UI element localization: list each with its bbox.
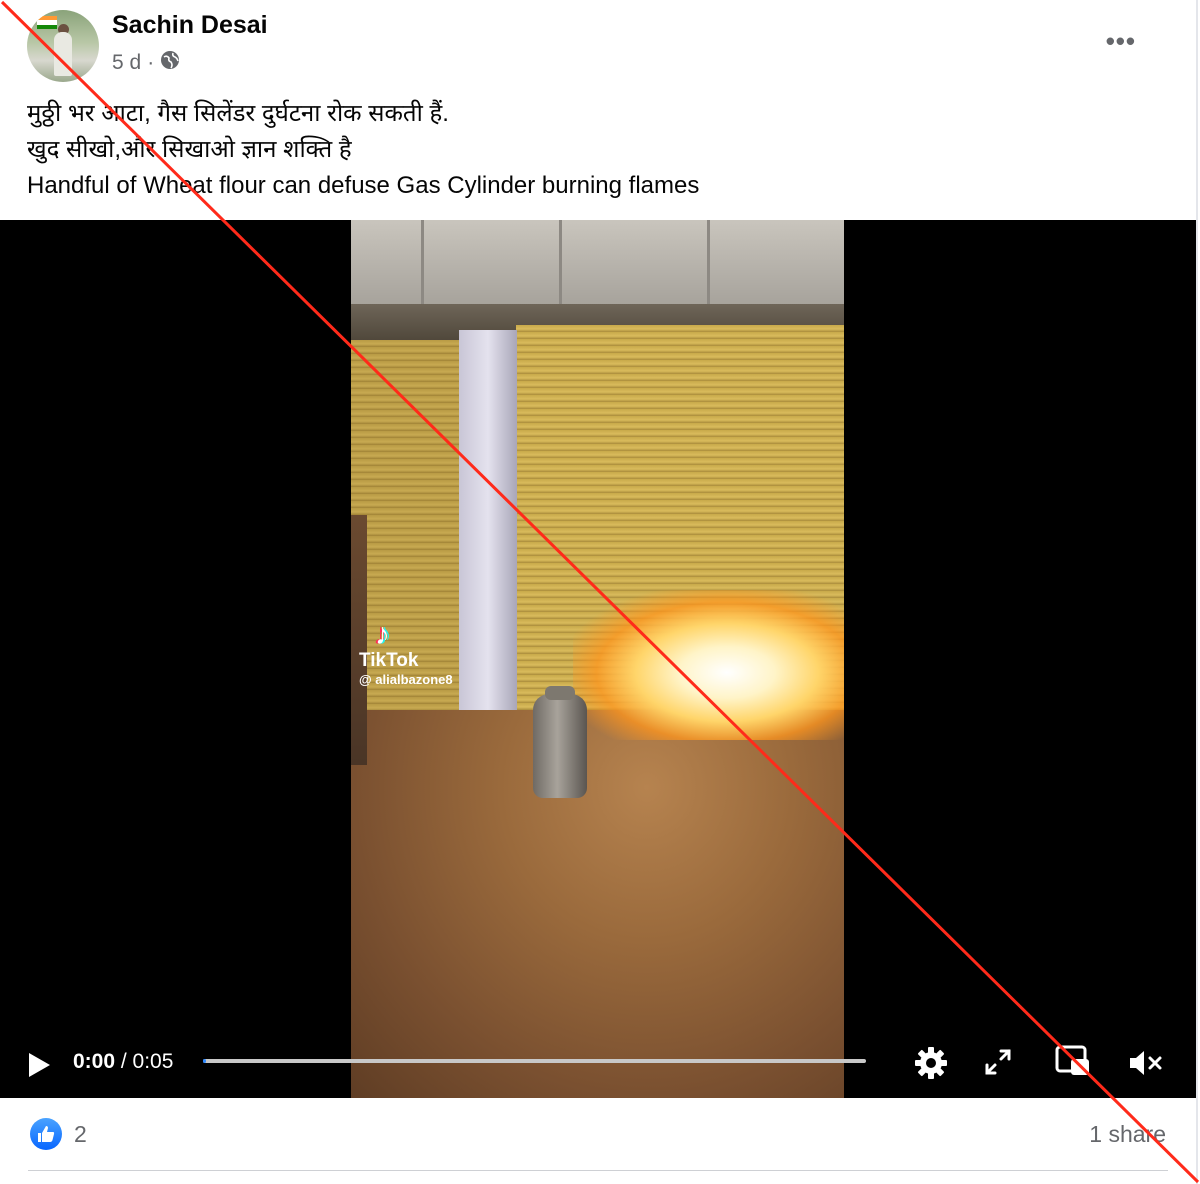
globe-icon (160, 50, 180, 76)
tiktok-brand: TikTok (359, 650, 419, 671)
video-player[interactable]: ♪ TikTok @ alialbazone8 0:00 / 0:05 (0, 220, 1196, 1098)
time-separator: / (115, 1050, 133, 1073)
avatar-person (54, 32, 72, 76)
ceiling-panels (351, 220, 844, 304)
gas-flame (573, 590, 844, 740)
caption-line: Handful of Wheat flour can defuse Gas Cy… (27, 172, 700, 199)
time-display: 0:00 / 0:05 (73, 1050, 173, 1074)
author-name[interactable]: Sachin Desai (112, 11, 268, 40)
avatar[interactable] (27, 10, 99, 82)
video-controls: 0:00 / 0:05 (0, 1040, 1196, 1098)
gas-cylinder (533, 686, 587, 798)
reaction-count: 2 (74, 1120, 87, 1147)
muted-volume-icon[interactable] (1126, 1046, 1166, 1080)
miniplayer-icon[interactable] (1054, 1044, 1092, 1080)
current-time: 0:00 (73, 1050, 116, 1073)
tiktok-logo-icon: ♪ (375, 618, 390, 651)
post-timestamp[interactable]: 5 d (112, 51, 141, 75)
progress-bar[interactable] (203, 1059, 866, 1063)
progress-fill (203, 1059, 206, 1063)
video-frame: ♪ TikTok @ alialbazone8 (351, 220, 844, 1098)
share-count[interactable]: 1 share (1089, 1121, 1166, 1148)
caption-line: मुठ्ठी भर आटा, गैस सिलेंडर दुर्घटना रोक … (27, 100, 449, 127)
post-meta: 5 d · (112, 50, 180, 76)
tiktok-handle: @ alialbazone8 (359, 672, 453, 687)
facebook-post: Sachin Desai 5 d · ••• मुठ्ठी भर आटा, गै… (0, 0, 1198, 1184)
tiktok-watermark: ♪ TikTok @ alialbazone8 (359, 618, 453, 688)
fullscreen-icon[interactable] (982, 1046, 1014, 1078)
meta-separator: · (147, 51, 155, 74)
play-icon[interactable] (22, 1048, 56, 1082)
india-flag-icon (37, 16, 57, 29)
pillar (459, 330, 517, 725)
post-caption: मुठ्ठी भर आटा, गैस सिलेंडर दुर्घटना रोक … (27, 96, 699, 204)
caption-line: खुद सीखो,और सिखाओ ज्ञान शक्ति है (27, 136, 352, 163)
duration: 0:05 (132, 1050, 174, 1073)
like-icon (30, 1118, 62, 1150)
more-options-button[interactable]: ••• (1106, 26, 1136, 57)
divider (28, 1170, 1168, 1171)
gear-icon[interactable] (912, 1044, 950, 1082)
reaction-summary[interactable]: 2 (30, 1118, 87, 1150)
